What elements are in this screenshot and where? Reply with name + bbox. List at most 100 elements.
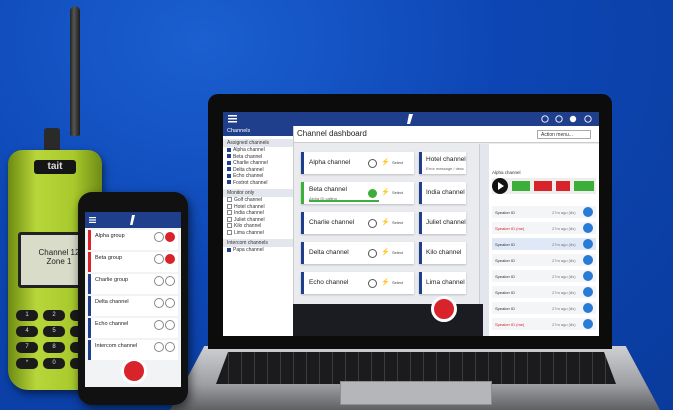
speaker-icon[interactable] [154, 320, 164, 330]
phone-push-to-talk-button[interactable] [121, 358, 147, 384]
radio-volume-knob[interactable] [44, 128, 60, 152]
phone-group-name: Beta group [95, 255, 122, 261]
channel-name: Beta channel [309, 186, 347, 193]
activity-row[interactable]: Speaker ID (me) 27m ago (8s) [492, 222, 596, 234]
play-icon[interactable] [583, 255, 593, 265]
channel-card[interactable]: Beta channel Alpha ID calling ⚡ Select [301, 182, 414, 204]
radio-key[interactable]: 2 [43, 310, 65, 321]
play-icon[interactable] [492, 178, 508, 194]
emergency-icon[interactable]: ⚡ [381, 218, 390, 226]
sidebar-section-label[interactable]: Intercom channels [223, 239, 293, 247]
laptop-touchpad [340, 381, 492, 405]
channel-card[interactable]: Alpha channel ⚡ Select [301, 152, 414, 174]
play-icon[interactable] [583, 319, 593, 329]
channel-card[interactable]: Charlie channel ⚡ Select [301, 212, 414, 234]
activity-time: 27m ago (8s) [552, 274, 576, 279]
speaker-icon[interactable] [368, 189, 377, 198]
speaker-icon[interactable] [368, 279, 377, 288]
radio-key[interactable]: 8 [43, 342, 65, 353]
menu-icon[interactable] [89, 217, 96, 223]
channel-card[interactable]: Kilo channel [419, 242, 466, 264]
emergency-icon[interactable]: ⚡ [381, 248, 390, 256]
speaker-icon[interactable] [154, 232, 164, 242]
talk-icon[interactable] [165, 232, 175, 242]
channel-name: Juliet channel [426, 219, 466, 226]
emergency-icon[interactable]: ⚡ [381, 158, 390, 166]
phone-group-item[interactable]: Echo channel [88, 318, 178, 338]
sidebar-channel-checkbox[interactable]: Lima channel [223, 230, 293, 237]
speaker-icon[interactable] [154, 254, 164, 264]
emergency-icon[interactable]: ⚡ [381, 278, 390, 286]
activity-row[interactable]: Speaker ID 27m ago (8s) [492, 270, 596, 282]
channel-card[interactable]: Juliet channel [419, 212, 466, 234]
push-to-talk-button[interactable] [431, 296, 457, 322]
radio-antenna [70, 6, 80, 136]
channel-card[interactable]: Lima channel [419, 272, 466, 294]
speaker-icon[interactable] [368, 219, 377, 228]
play-icon[interactable] [583, 303, 593, 313]
emergency-icon[interactable]: ⚡ [381, 188, 390, 196]
channel-sidebar: Channels Assigned channels Alpha channel Be… [223, 126, 294, 336]
product-scene: tait Channel 12 Zone 1 123456789*0# Chan… [0, 0, 673, 410]
sidebar-channel-checkbox[interactable]: Papa channel [223, 247, 293, 254]
speaker-icon[interactable] [368, 249, 377, 258]
phone-group-item[interactable]: Charlie group [88, 274, 178, 294]
select-checkbox[interactable]: Select [392, 220, 403, 225]
radio-key[interactable]: 5 [43, 326, 65, 337]
radio-key[interactable]: 0 [43, 358, 65, 369]
sidebar-section-label[interactable]: Assigned channels [223, 139, 293, 147]
select-checkbox[interactable]: Select [392, 190, 403, 195]
speaker-id: Speaker ID [495, 210, 516, 215]
audio-waveform[interactable] [492, 178, 596, 194]
talk-icon[interactable] [165, 276, 175, 286]
speaker-icon[interactable] [368, 159, 377, 168]
radio-key[interactable]: 7 [16, 342, 38, 353]
select-checkbox[interactable]: Select [392, 160, 403, 165]
phone-group-item[interactable]: Beta group [88, 252, 178, 272]
talk-icon[interactable] [165, 342, 175, 352]
speaker-id: Speaker ID (me) [495, 322, 525, 327]
activity-row[interactable]: Speaker ID 27m ago (8s) [492, 206, 596, 218]
channel-status: Error message / desc [426, 166, 465, 171]
speaker-icon[interactable] [154, 276, 164, 286]
activity-row[interactable]: Speaker ID 27m ago (8s) [492, 238, 596, 250]
radio-key[interactable]: * [16, 358, 38, 369]
channel-card[interactable]: India channel [419, 182, 466, 204]
play-icon[interactable] [583, 287, 593, 297]
channel-card[interactable]: Delta channel ⚡ Select [301, 242, 414, 264]
channel-card[interactable]: Echo channel ⚡ Select [301, 272, 414, 294]
play-icon[interactable] [583, 223, 593, 233]
waveform-segment [556, 181, 570, 191]
activity-time: 27m ago (8s) [552, 290, 576, 295]
talk-icon[interactable] [165, 298, 175, 308]
phone-group-item[interactable]: Intercom channel [88, 340, 178, 360]
phone-group-item[interactable]: Alpha group [88, 230, 178, 250]
select-checkbox[interactable]: Select [392, 280, 403, 285]
speaker-icon[interactable] [154, 342, 164, 352]
channel-card[interactable]: Hotel channel Error message / desc [419, 152, 466, 174]
activity-channel-name: Alpha channel [492, 170, 521, 175]
talk-icon[interactable] [165, 320, 175, 330]
sidebar-section-label[interactable]: Monitor only [223, 189, 293, 197]
speaker-icon[interactable] [154, 298, 164, 308]
play-icon[interactable] [583, 271, 593, 281]
talk-icon[interactable] [165, 254, 175, 264]
phone-group-item[interactable]: Delta channel [88, 296, 178, 316]
activity-time: 27m ago (8s) [552, 258, 576, 263]
top-bar-icons [541, 115, 592, 123]
activity-time: 27m ago (8s) [552, 242, 576, 247]
phone-group-list: Alpha group Beta group Charlie group Delta … [85, 230, 181, 360]
menu-icon[interactable] [228, 115, 237, 123]
select-checkbox[interactable]: Select [392, 250, 403, 255]
radio-key[interactable]: 4 [16, 326, 38, 337]
play-icon[interactable] [583, 207, 593, 217]
activity-row[interactable]: Speaker ID 27m ago (8s) [492, 302, 596, 314]
play-icon[interactable] [583, 239, 593, 249]
activity-row[interactable]: Speaker ID 27m ago (8s) [492, 254, 596, 266]
activity-row[interactable]: Speaker ID 27m ago (8s) [492, 286, 596, 298]
activity-row[interactable]: Speaker ID (me) 27m ago (8s) [492, 318, 596, 330]
action-menu-select[interactable]: Action menu... [537, 130, 591, 139]
phone-top-bar [85, 212, 181, 228]
radio-key[interactable]: 1 [16, 310, 38, 321]
sidebar-channel-checkbox[interactable]: Foxtrot channel [223, 180, 293, 187]
